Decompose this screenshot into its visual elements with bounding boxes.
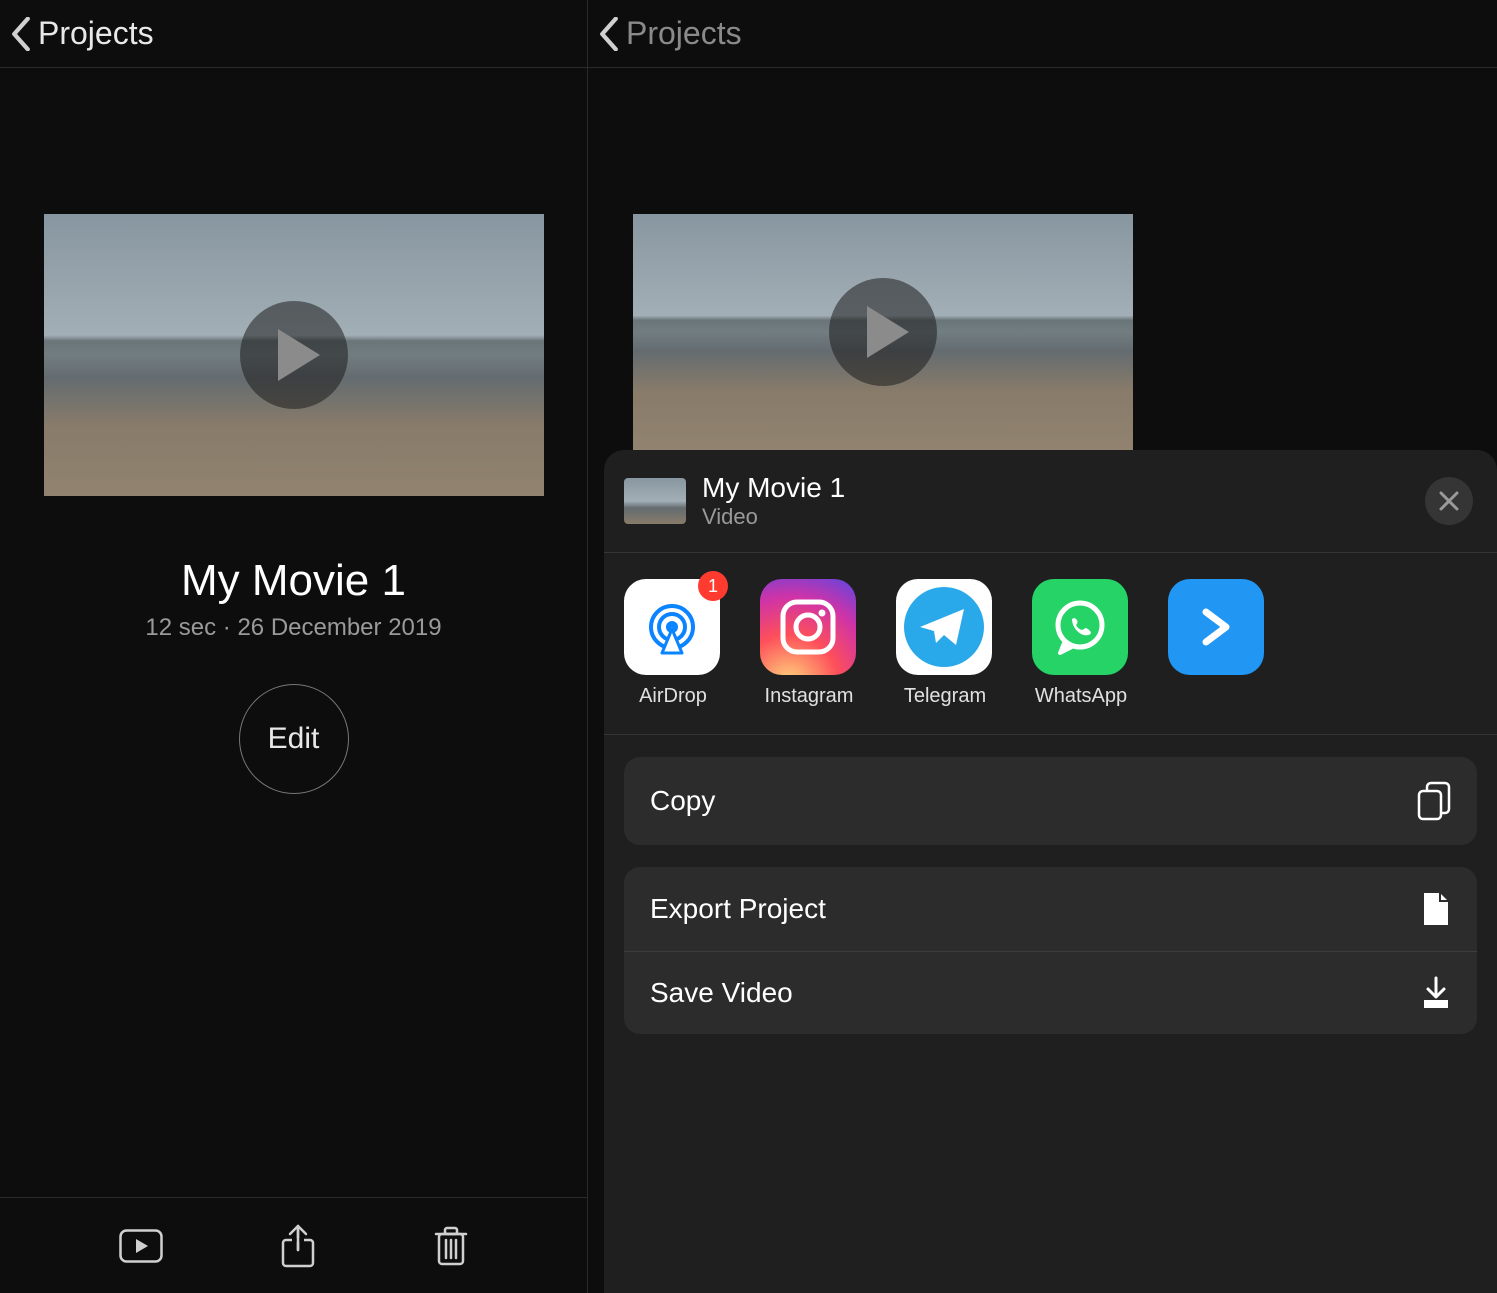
share-app-more[interactable]	[1168, 579, 1266, 708]
project-duration: 12 sec	[145, 614, 216, 641]
video-thumbnail[interactable]	[44, 214, 544, 496]
share-app-telegram[interactable]: Telegram	[896, 579, 994, 708]
file-icon	[1421, 891, 1451, 927]
nav-bar: Projects	[588, 0, 1497, 68]
back-chevron-icon[interactable]	[598, 17, 620, 51]
share-item-subtitle: Video	[702, 504, 845, 530]
nav-bar: Projects	[0, 0, 587, 68]
app-label: Telegram	[896, 685, 994, 708]
action-label: Save Video	[650, 977, 793, 1009]
close-icon	[1438, 490, 1460, 512]
app-label: AirDrop	[624, 685, 722, 708]
play-button[interactable]	[240, 301, 348, 409]
telegram-icon	[896, 579, 992, 675]
action-export-project[interactable]: Export Project	[624, 867, 1477, 951]
play-button[interactable]	[829, 278, 937, 386]
share-button[interactable]	[280, 1224, 316, 1268]
bottom-toolbar	[0, 1197, 587, 1293]
share-thumbnail	[624, 478, 686, 524]
share-item-title: My Movie 1	[702, 472, 845, 504]
share-app-whatsapp[interactable]: WhatsApp	[1032, 579, 1130, 708]
play-video-button[interactable]	[119, 1229, 163, 1263]
share-app-airdrop[interactable]: 1 AirDrop	[624, 579, 722, 708]
share-sheet-screen: Projects My Movie 1 Video	[588, 0, 1497, 1293]
back-chevron-icon[interactable]	[10, 17, 32, 51]
edit-button[interactable]: Edit	[239, 684, 349, 794]
action-group-1: Copy	[624, 757, 1477, 845]
share-app-instagram[interactable]: Instagram	[760, 579, 858, 708]
back-button-label[interactable]: Projects	[38, 15, 154, 52]
action-label: Export Project	[650, 893, 826, 925]
download-icon	[1421, 976, 1451, 1010]
action-label: Copy	[650, 785, 715, 817]
action-copy[interactable]: Copy	[624, 757, 1477, 845]
project-meta: 12 sec · 26 December 2019	[0, 614, 587, 642]
project-title: My Movie 1	[0, 556, 587, 606]
action-group-2: Export Project Save Video	[624, 867, 1477, 1034]
share-sheet-header: My Movie 1 Video	[604, 450, 1497, 553]
back-button-label[interactable]: Projects	[626, 15, 742, 52]
edit-button-label: Edit	[268, 722, 320, 756]
app-icon-partial	[1168, 579, 1264, 675]
app-label: Instagram	[760, 685, 858, 708]
whatsapp-icon	[1032, 579, 1128, 675]
delete-button[interactable]	[434, 1226, 468, 1266]
video-thumbnail[interactable]	[633, 214, 1133, 450]
close-button[interactable]	[1425, 477, 1473, 525]
copy-icon	[1417, 781, 1451, 821]
play-icon	[867, 306, 909, 358]
app-label	[1168, 685, 1266, 708]
action-save-video[interactable]: Save Video	[624, 951, 1477, 1034]
play-icon	[278, 329, 320, 381]
instagram-icon	[760, 579, 856, 675]
project-detail-screen: Projects My Movie 1 12 sec · 26 December…	[0, 0, 588, 1293]
share-apps-row[interactable]: 1 AirDrop Instagram	[604, 553, 1497, 735]
share-sheet: My Movie 1 Video	[604, 450, 1497, 1293]
app-label: WhatsApp	[1032, 685, 1130, 708]
notification-badge: 1	[698, 571, 728, 601]
project-date: 26 December 2019	[237, 614, 441, 641]
